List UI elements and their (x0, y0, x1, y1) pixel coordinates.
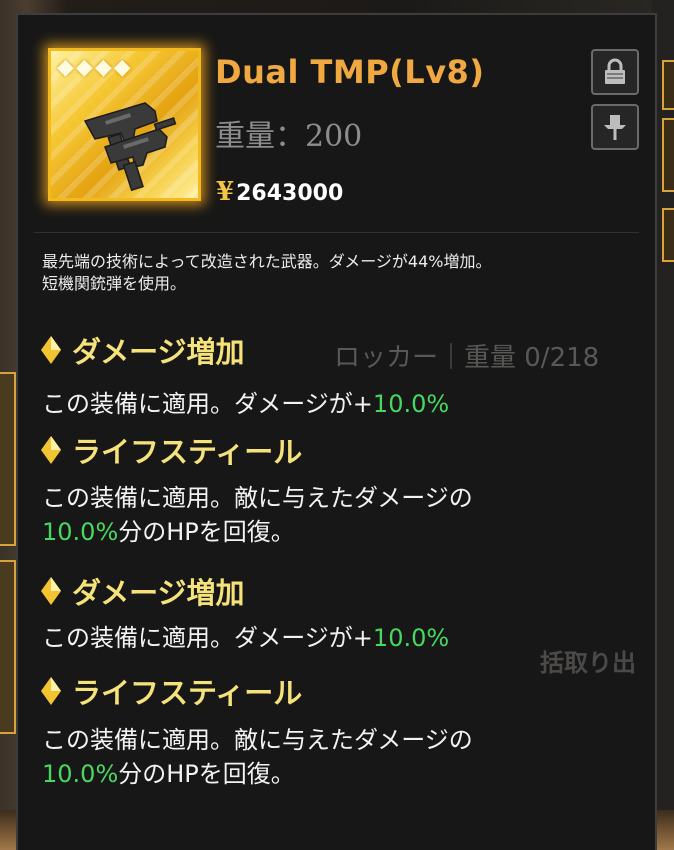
skill-name: ダメージ増加 (72, 335, 245, 369)
price-value: 2643000 (236, 181, 344, 206)
background-slot (662, 60, 674, 110)
item-tooltip-panel: ロッカー｜重量 0/218 括取り出 ◆ ◆ ◆ ◆ Dual TMP(Lv8) (16, 13, 657, 850)
skill-value: 10.0% (372, 624, 450, 652)
pin-icon (604, 115, 626, 140)
skill-name: ライフスティール (72, 676, 303, 710)
skill-text: この装備に適用。ダメージが+ (42, 390, 373, 418)
skill-title: ライフスティール (40, 429, 302, 471)
skill-description: この装備に適用。敵に与えたダメージの 10.0%分のHPを回復。 (42, 481, 642, 549)
skill-text: この装備に適用。敵に与えたダメージの (42, 484, 473, 512)
item-description: 最先端の技術によって改造された武器。ダメージが44%増加。 短機関銃弾を使用。 (42, 251, 642, 295)
skill-description: この装備に適用。ダメージが+10.0% (42, 621, 642, 655)
skill-description: この装備に適用。敵に与えたダメージの 10.0%分のHPを回復。 (42, 723, 642, 791)
rarity-diamond-icon: ◆ (57, 55, 74, 80)
yen-icon: ¥ (216, 177, 235, 207)
rarity-diamond-icon: ◆ (94, 55, 112, 80)
item-name: Dual TMP(Lv8) (215, 53, 485, 91)
diamond-gem-icon (41, 677, 61, 705)
item-thumbnail: ◆ ◆ ◆ ◆ (48, 48, 201, 201)
skill-value: 10.0% (372, 390, 450, 418)
skill-title: ダメージ増加 (40, 570, 245, 612)
skill-title: ダメージ増加 (40, 329, 245, 371)
background-locker-label: ロッカー｜重量 0/218 (334, 343, 600, 373)
skill-text: 分のHPを回復。 (118, 760, 295, 788)
weight-value: 200 (305, 119, 363, 154)
skill-name: ダメージ増加 (72, 576, 245, 610)
background-item-card (0, 372, 16, 546)
skill-name: ライフスティール (72, 435, 303, 469)
pin-button[interactable] (591, 104, 639, 150)
skill-description: この装備に適用。ダメージが+10.0% (42, 387, 642, 421)
description-line: 短機関銃弾を使用。 (42, 274, 187, 293)
lock-button[interactable] (591, 49, 639, 95)
item-price: ¥2643000 (216, 177, 343, 207)
background-slot (662, 118, 674, 192)
submachine-gun-icon (83, 102, 177, 191)
skill-text: この装備に適用。ダメージが+ (42, 624, 373, 652)
skill-text: この装備に適用。敵に与えたダメージの (42, 726, 473, 754)
header-divider (34, 232, 639, 233)
background-slot (662, 208, 674, 262)
background-item-card (0, 560, 16, 734)
skill-text: 分のHPを回復。 (118, 518, 295, 546)
rarity-diamond-icon: ◆ (113, 55, 131, 80)
diamond-gem-icon (41, 336, 61, 364)
rarity-diamond-icon: ◆ (75, 55, 93, 80)
item-weight: 重量：200 (215, 111, 362, 155)
description-line: 最先端の技術によって改造された武器。ダメージが44%増加。 (42, 252, 492, 271)
skill-value: 10.0% (42, 518, 119, 546)
rarity-diamonds: ◆ ◆ ◆ ◆ (57, 57, 131, 79)
diamond-gem-icon (41, 436, 61, 464)
skill-value: 10.0% (42, 760, 119, 788)
diamond-gem-icon (41, 577, 61, 605)
weight-label: 重量： (215, 119, 305, 154)
skill-title: ライフスティール (40, 670, 302, 712)
lock-icon (605, 58, 625, 84)
